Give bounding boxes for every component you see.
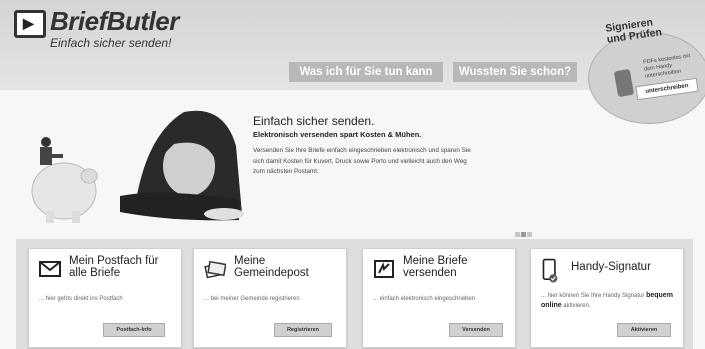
card-description: ... hier gehts direkt ins Postfach bbox=[39, 296, 123, 302]
card-description: ... bei meiner Gemeinde registrieren bbox=[204, 296, 300, 302]
brand-tagline: Einfach sicher senden! bbox=[50, 36, 172, 50]
mailbox-info-button[interactable]: Postfach-Info bbox=[103, 323, 165, 337]
hero-headline: Einfach sicher senden. bbox=[253, 114, 375, 128]
card-send-letters[interactable]: Meine Briefe versenden ... einfach elekt… bbox=[362, 248, 516, 348]
card-mobile-signature[interactable]: Handy-Signatur ... hier können Sie Ihre … bbox=[530, 248, 684, 348]
sign-and-verify-badge[interactable]: Signieren und Prüfen PDFs kostenlos mit … bbox=[588, 16, 705, 124]
card-municipal-mail[interactable]: Meine Gemeindepost ... bei meiner Gemein… bbox=[193, 248, 347, 348]
carousel-dot[interactable] bbox=[527, 232, 532, 237]
card-description: ... hier können Sie Ihre Handy Signatur … bbox=[541, 292, 673, 309]
tab-did-you-know[interactable]: Wussten Sie schon? bbox=[453, 62, 577, 82]
phone-check-icon bbox=[542, 258, 558, 283]
register-button[interactable]: Registrieren bbox=[274, 323, 332, 337]
card-title: Mein Postfach für alle Briefe bbox=[69, 255, 159, 279]
carousel-dot-active[interactable] bbox=[521, 232, 526, 237]
send-letter-icon bbox=[374, 260, 394, 278]
card-title: Meine Briefe versenden bbox=[403, 255, 468, 279]
mail-stack-icon bbox=[204, 260, 226, 279]
activate-button[interactable]: Aktivieren bbox=[617, 323, 671, 337]
card-description: ... einfach elektronisch eingeschrieben bbox=[373, 296, 476, 302]
card-title: Handy-Signatur bbox=[571, 261, 651, 273]
card-mailbox[interactable]: Mein Postfach für alle Briefe ... hier g… bbox=[28, 248, 182, 348]
hero-illustration bbox=[31, 110, 244, 223]
hero-subheadline: Elektronisch versenden spart Kosten & Mü… bbox=[253, 130, 422, 139]
send-button[interactable]: Versenden bbox=[449, 323, 503, 337]
envelope-icon bbox=[39, 261, 61, 277]
hero-body-text: Versenden Sie Ihre Briefe einfach einges… bbox=[253, 147, 471, 175]
carousel-dot[interactable] bbox=[515, 232, 520, 237]
brand-name: BriefButler bbox=[50, 6, 179, 36]
tab-what-i-can-do[interactable]: Was ich für Sie tun kann bbox=[289, 62, 443, 82]
card-title: Meine Gemeindepost bbox=[234, 255, 309, 279]
logo-icon: ▶ bbox=[14, 10, 46, 38]
